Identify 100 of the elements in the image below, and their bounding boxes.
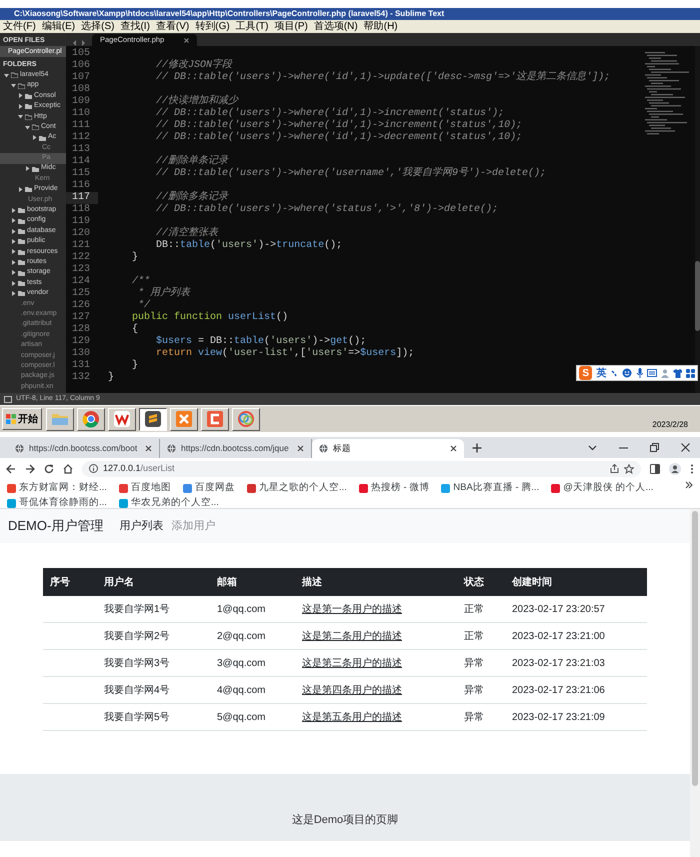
- collapsed-arrow-icon[interactable]: [18, 104, 23, 109]
- expanded-arrow-icon[interactable]: [11, 83, 16, 88]
- table-cell-text: 正常: [464, 630, 485, 644]
- collapsed-arrow-icon[interactable]: [11, 270, 16, 276]
- expanded-arrow-icon[interactable]: [18, 114, 23, 120]
- favicon-icon: [441, 484, 450, 493]
- folder-icon: [25, 186, 32, 192]
- menu-item[interactable]: 文件(F): [3, 20, 36, 33]
- info-icon[interactable]: [89, 464, 98, 473]
- bookmark-link[interactable]: 九星之歌的个人空...: [258, 481, 347, 496]
- menu-item[interactable]: 选择(S): [81, 20, 114, 33]
- line-number: 120: [70, 228, 91, 240]
- x-logo-icon: [174, 409, 194, 429]
- collapsed-arrow-icon[interactable]: [11, 260, 16, 265]
- bookmark-link[interactable]: 华农兄弟的个人空...: [130, 496, 219, 510]
- taskbar-button[interactable]: [139, 408, 167, 430]
- bookmark-link[interactable]: 哥侃体育徐静雨的...: [19, 496, 107, 510]
- expanded-arrow-icon[interactable]: [25, 124, 30, 130]
- smiley-icon[interactable]: [622, 368, 632, 378]
- caret-icon[interactable]: [588, 444, 597, 450]
- restore-icon[interactable]: [650, 443, 659, 452]
- code-line: // DB::table('users')->where('id',1)->increment('status');: [155, 108, 504, 119]
- tab-scroll-icon[interactable]: [72, 40, 86, 46]
- collapsed-arrow-icon[interactable]: [11, 218, 16, 224]
- home-icon[interactable]: [63, 464, 73, 474]
- code-line: }: [131, 360, 138, 371]
- more-bookmarks-icon[interactable]: [685, 481, 693, 489]
- table-cell-text: 2023-02-17 23:21:00: [512, 630, 606, 644]
- line-number: 108: [70, 84, 91, 96]
- collapsed-arrow-icon[interactable]: [18, 186, 23, 192]
- minimize-icon[interactable]: [619, 446, 628, 448]
- expanded-arrow-icon[interactable]: [4, 72, 9, 78]
- code-line: // DB::table('users')->where('username','我要自学网9号')->delete();: [155, 168, 546, 179]
- code-line: }: [131, 252, 138, 263]
- brand[interactable]: DEMO-用户管理: [8, 516, 104, 536]
- share-icon[interactable]: [610, 464, 619, 473]
- table-cell-text: 2023-02-17 23:20:57: [512, 602, 606, 616]
- bookmark-link[interactable]: 热搜榜 - 微博: [370, 481, 430, 496]
- bookmark-link[interactable]: NBA比赛直播 - 腾...: [453, 481, 540, 496]
- close-icon[interactable]: [297, 445, 304, 452]
- reload-icon[interactable]: [44, 464, 54, 474]
- collapsed-arrow-icon[interactable]: [18, 93, 23, 98]
- collapsed-arrow-icon[interactable]: [11, 249, 16, 254]
- close-icon[interactable]: [184, 38, 190, 42]
- bookmark-link[interactable]: 东方财富网：财经...: [19, 481, 107, 496]
- menu-item[interactable]: 项目(P): [274, 20, 308, 33]
- new-tab-icon[interactable]: [472, 443, 482, 453]
- page-scrollbar[interactable]: [690, 509, 700, 857]
- start-button[interactable]: 开始: [2, 408, 42, 430]
- line-number: 129: [70, 336, 91, 348]
- close-icon[interactable]: [145, 445, 152, 452]
- microphone-icon[interactable]: [636, 368, 644, 378]
- bookmark-link[interactable]: 百度地图: [130, 481, 171, 496]
- grid-icon[interactable]: [686, 368, 695, 378]
- bookmark-link[interactable]: 百度网盘: [194, 481, 235, 496]
- address-bar[interactable]: 127.0.0.1/userList: [82, 460, 641, 476]
- menu-item[interactable]: 帮助(H): [364, 20, 398, 33]
- collapsed-arrow-icon[interactable]: [11, 238, 16, 244]
- menu-item[interactable]: 首选项(N): [314, 20, 358, 33]
- scrollbar[interactable]: [695, 46, 700, 393]
- close-icon[interactable]: [681, 443, 690, 452]
- star-icon[interactable]: [624, 464, 634, 474]
- line-number: 121: [70, 240, 91, 252]
- back-icon[interactable]: [6, 464, 16, 474]
- collapsed-arrow-icon[interactable]: [32, 135, 37, 140]
- close-icon[interactable]: [450, 445, 457, 452]
- menu-item[interactable]: 查找(I): [120, 20, 150, 33]
- shirt-icon[interactable]: [672, 368, 682, 378]
- profile-icon[interactable]: [669, 462, 681, 474]
- line-number: 111: [70, 120, 91, 132]
- bookmark-link[interactable]: @天津股侠 的个人...: [563, 481, 654, 496]
- table-cell-text: 2023-02-17 23:21:06: [512, 684, 606, 698]
- nav-link[interactable]: 用户列表: [119, 518, 164, 534]
- line-number: 125: [70, 288, 91, 300]
- keyboard-icon[interactable]: [647, 369, 658, 377]
- table-cell-text: 这是第三条用户的描述: [302, 656, 403, 670]
- input-mode[interactable]: 英: [596, 366, 606, 380]
- collapsed-arrow-icon[interactable]: [25, 166, 30, 172]
- menu-item[interactable]: 查看(V): [156, 20, 190, 33]
- browser-tab[interactable]: 标题: [312, 439, 464, 458]
- collapsed-arrow-icon[interactable]: [11, 208, 16, 213]
- panel-icon[interactable]: [4, 396, 12, 402]
- browser-logo-icon: [81, 409, 101, 429]
- collapsed-arrow-icon[interactable]: [11, 290, 16, 296]
- table-cell-text: 异常: [464, 684, 485, 698]
- menu-item[interactable]: 编辑(E): [42, 20, 76, 33]
- menu-item[interactable]: 工具(T): [236, 20, 268, 33]
- forward-icon[interactable]: [25, 464, 35, 474]
- collapsed-arrow-icon[interactable]: [11, 228, 16, 234]
- code-line: return view('user-list',['users'=>$users]);: [155, 348, 414, 359]
- collapsed-arrow-icon[interactable]: [11, 280, 16, 286]
- punctuation-icon[interactable]: [610, 369, 618, 377]
- column-header: 序号: [50, 575, 71, 590]
- code-line: //快读增加和减少: [155, 96, 238, 107]
- column-header: 状态: [464, 576, 485, 590]
- side-panel-icon[interactable]: [650, 464, 660, 474]
- menu-item[interactable]: 转到(G): [195, 20, 230, 33]
- menu-icon[interactable]: [690, 464, 694, 474]
- line-number: 131: [70, 360, 91, 372]
- code-line: public function userList(): [131, 312, 288, 323]
